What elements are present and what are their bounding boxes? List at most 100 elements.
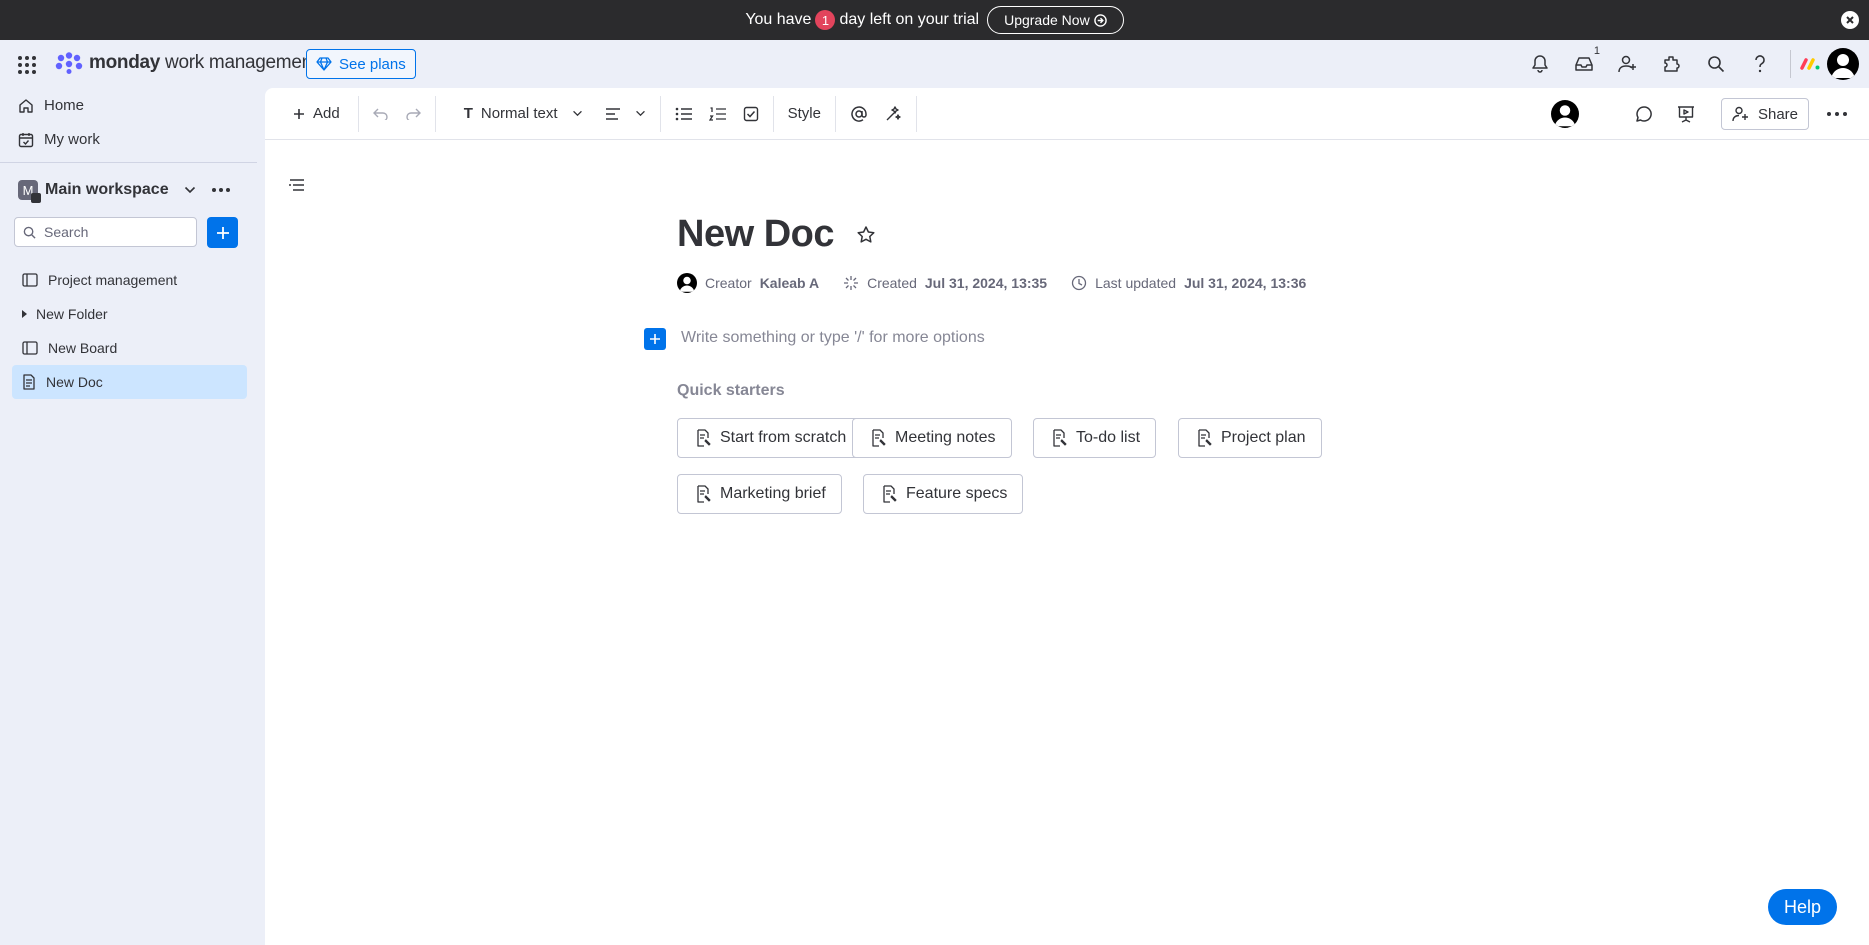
doc-template-icon [1197,429,1213,447]
quick-starter-label: Project plan [1221,429,1306,446]
inbox-icon[interactable]: 1 [1562,40,1606,88]
tree-item-label: Project management [48,272,178,288]
chevron-down-icon [635,110,646,117]
editor-placeholder[interactable]: Write something or type '/' for more opt… [681,329,985,347]
toolbar-divider [357,95,359,132]
add-block-plus-icon[interactable] [644,328,666,350]
numbered-list-icon[interactable] [701,97,735,131]
doc-header: New Doc [677,213,876,256]
brand-name-rest: work management [165,52,317,73]
add-block-button[interactable]: Add [285,97,348,131]
present-icon[interactable] [1669,97,1703,131]
created-value: Jul 31, 2024, 13:35 [924,275,1048,291]
text-type-icon: T [463,105,473,122]
notifications-icon[interactable] [1518,40,1562,88]
monday-logo-icon [55,52,83,74]
workspace-name: Main workspace [45,181,169,198]
comments-icon[interactable] [1627,97,1661,131]
diamond-icon [316,57,332,71]
sidebar-item-my-work[interactable]: My work [18,131,100,148]
upgrade-now-label: Upgrade Now [1004,12,1090,28]
checklist-icon[interactable] [735,97,767,131]
chevron-down-icon [572,110,583,117]
invite-members-icon[interactable] [1606,40,1650,88]
help-icon[interactable] [1738,40,1782,88]
nav-icon-group: 1 [1518,40,1869,88]
calendar-check-icon [18,132,34,148]
account-menu[interactable] [1799,48,1869,80]
add-person-icon [1732,106,1750,122]
trial-text-after: day left on your trial [839,11,980,28]
quick-starters-heading: Quick starters [677,382,785,399]
style-label: Style [787,105,821,122]
doc-creator: Creator Kaleab A [677,273,819,293]
more-options-icon[interactable] [1819,97,1855,131]
workspace-selector[interactable]: M Main workspace [18,180,196,203]
search-icon[interactable] [1694,40,1738,88]
sidebar-item-new-doc[interactable]: New Doc [12,365,247,399]
quick-starter-project-plan[interactable]: Project plan [1178,418,1322,458]
avatar [1550,100,1579,128]
mention-icon[interactable] [842,97,876,131]
doc-created: Created Jul 31, 2024, 13:35 [843,275,1047,291]
creator-name: Kaleab A [759,275,820,291]
updated-value: Jul 31, 2024, 13:36 [1184,275,1307,291]
star-icon[interactable] [856,225,876,245]
undo-icon[interactable] [365,97,397,131]
see-plans-button[interactable]: See plans [306,49,416,79]
clock-icon [1071,275,1087,291]
upgrade-now-button[interactable]: Upgrade Now [987,6,1124,34]
align-dropdown[interactable] [597,97,654,131]
workspace-more-icon[interactable] [212,188,230,192]
doc-title[interactable]: New Doc [677,213,834,256]
quick-starter-label: Start from scratch [720,429,847,446]
sidebar-item-home[interactable]: Home [18,97,84,114]
integrations-icon[interactable] [1650,40,1694,88]
doc-meta: Creator Kaleab A Created Jul 31, 2024, 1… [677,273,1324,293]
quick-starter-marketing-brief[interactable]: Marketing brief [677,474,842,514]
table-of-contents-icon[interactable] [289,178,305,192]
nav-divider [1790,50,1791,78]
close-banner-icon[interactable] [1841,11,1859,29]
workspace-home-icon [31,193,41,203]
help-label: Help [1783,896,1821,917]
tree-item-label: New Doc [46,374,103,390]
sidebar-item-new-folder[interactable]: New Folder [12,297,247,331]
share-button[interactable]: Share [1720,98,1809,130]
quick-starter-start-from-scratch[interactable]: Start from scratch [677,418,863,458]
home-icon [18,98,34,114]
sidebar-search[interactable] [14,217,197,247]
plus-icon [215,225,231,241]
ai-assistant-icon[interactable] [876,97,910,131]
collaborator-avatar[interactable] [1543,97,1587,131]
trial-message: You have 1 day left on your trial [745,10,979,30]
doc-icon [22,374,36,390]
app-switcher-icon[interactable] [17,55,37,75]
creator-avatar [677,273,697,293]
caret-right-icon [20,309,28,319]
search-input[interactable] [44,224,184,240]
created-label: Created [867,275,917,291]
style-button[interactable]: Style [780,97,829,131]
quick-starter-to-do-list[interactable]: To-do list [1033,418,1157,458]
sidebar-item-new-board[interactable]: New Board [12,331,247,365]
help-button[interactable]: Help [1767,889,1837,925]
add-item-button[interactable] [207,217,238,248]
quick-starter-feature-specs[interactable]: Feature specs [863,474,1024,514]
text-style-dropdown[interactable]: T Normal text [456,97,591,131]
brand-logo[interactable]: monday work management [55,52,317,74]
redo-icon[interactable] [397,97,429,131]
doc-template-icon [1052,429,1068,447]
sidebar-item-project-management[interactable]: Project management [12,263,247,297]
sidebar: Home My work M Main workspace Search Pro… [0,88,257,945]
text-style-value: Normal text [480,105,558,122]
board-icon [22,341,38,355]
see-plans-label: See plans [339,55,406,73]
bulleted-list-icon[interactable] [667,97,701,131]
doc-template-icon [696,485,712,503]
doc-template-icon [871,429,887,447]
creator-label: Creator [705,275,752,291]
quick-starter-meeting-notes[interactable]: Meeting notes [852,418,1012,458]
quick-starter-label: Meeting notes [895,429,996,446]
sidebar-divider [0,162,257,163]
